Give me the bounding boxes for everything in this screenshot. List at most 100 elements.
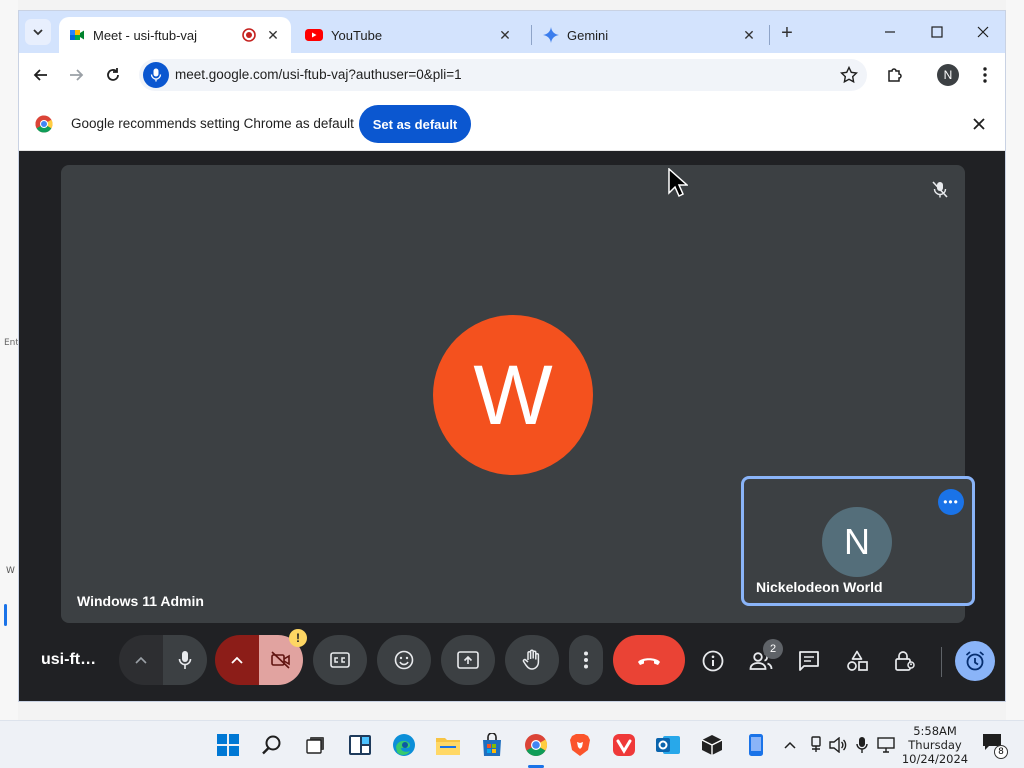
close-tab-icon[interactable]: ✕ <box>265 27 281 43</box>
show-hidden-icons-button[interactable] <box>780 735 800 755</box>
mouse-cursor-icon <box>668 168 688 198</box>
tile-more-options-button[interactable]: ••• <box>938 489 964 515</box>
microphone-icon <box>178 651 192 669</box>
profile-avatar[interactable]: N <box>937 64 959 86</box>
chrome-taskbar-button[interactable] <box>520 729 552 761</box>
new-tab-button[interactable]: + <box>775 21 799 45</box>
bookmark-star-icon[interactable] <box>839 65 859 85</box>
monitor-icon <box>877 737 895 753</box>
toolbar-divider <box>941 647 942 677</box>
close-window-button[interactable] <box>960 17 1005 47</box>
leave-call-button[interactable] <box>613 635 685 685</box>
phone-link-button[interactable] <box>740 729 772 761</box>
extensions-button[interactable] <box>881 61 909 89</box>
present-screen-icon <box>457 651 479 669</box>
forward-button[interactable] <box>62 61 90 89</box>
clock-day: Thursday <box>908 738 962 752</box>
tab-strip: Meet - usi-ftub-vaj ✕ YouTube ✕ Gemini ✕… <box>19 11 1005 53</box>
host-controls-button[interactable] <box>889 645 921 677</box>
close-infobar-button[interactable] <box>969 114 989 134</box>
url-text: meet.google.com/usi-ftub-vaj?authuser=0&… <box>175 67 462 82</box>
raise-hand-icon <box>522 649 540 670</box>
tab-gemini[interactable]: Gemini ✕ <box>533 17 767 53</box>
reactions-button[interactable] <box>377 635 431 685</box>
outlook-button[interactable] <box>652 729 684 761</box>
desktop-right-edge <box>1006 0 1024 720</box>
brave-button[interactable] <box>564 729 596 761</box>
reload-icon <box>107 68 119 81</box>
task-view-icon <box>306 737 324 754</box>
microphone-tray-icon[interactable] <box>852 735 872 755</box>
google-meet-icon <box>70 30 84 40</box>
chat-button[interactable] <box>793 645 825 677</box>
tab-youtube[interactable]: YouTube ✕ <box>295 17 523 53</box>
gemini-sparkle-icon <box>543 27 559 43</box>
taskbar-clock[interactable]: 5:58AM Thursday 10/24/2024 <box>898 724 972 766</box>
chrome-menu-button[interactable] <box>971 61 999 89</box>
maximize-button[interactable] <box>914 17 960 47</box>
audio-options-button[interactable] <box>119 635 163 685</box>
package-app-button[interactable] <box>696 729 728 761</box>
microphone-icon <box>150 68 162 82</box>
default-browser-infobar: Google recommends setting Chrome as defa… <box>19 97 1005 151</box>
search-icon <box>262 735 281 755</box>
desktop-indicator <box>4 604 7 626</box>
tab-divider <box>531 25 532 45</box>
meeting-code[interactable]: usi-ft… <box>41 651 96 669</box>
lock-person-icon <box>895 651 915 671</box>
recording-icon <box>242 28 256 42</box>
address-bar[interactable]: meet.google.com/usi-ftub-vaj?authuser=0&… <box>139 59 867 91</box>
meeting-details-button[interactable] <box>697 645 729 677</box>
tab-title: YouTube <box>331 27 383 43</box>
display-tray-icon[interactable] <box>876 735 896 755</box>
more-options-button[interactable] <box>569 635 603 685</box>
more-horizontal-icon: ••• <box>943 495 959 509</box>
chrome-logo-icon <box>525 734 547 756</box>
chrome-logo-icon <box>35 115 53 133</box>
edge-button[interactable] <box>388 729 420 761</box>
start-button[interactable] <box>212 729 244 761</box>
network-tray-icon[interactable] <box>806 735 826 755</box>
camera-warning-badge: ! <box>289 629 307 647</box>
self-view-tile[interactable]: N ••• Nickelodeon World <box>741 476 975 606</box>
microphone-button[interactable] <box>163 635 207 685</box>
back-button[interactable] <box>27 61 55 89</box>
tab-search-button[interactable] <box>25 19 51 45</box>
participant-name: Windows 11 Admin <box>77 593 204 609</box>
task-view-button[interactable] <box>300 729 332 761</box>
file-explorer-button[interactable] <box>432 729 464 761</box>
close-tab-icon[interactable]: ✕ <box>497 27 513 43</box>
video-options-button[interactable] <box>215 635 259 685</box>
minimize-button[interactable] <box>867 17 913 47</box>
widgets-button[interactable] <box>344 729 376 761</box>
notification-count: 8 <box>994 745 1008 759</box>
search-button[interactable] <box>256 729 288 761</box>
chevron-down-icon <box>33 29 43 36</box>
chevron-up-icon <box>231 656 243 664</box>
tab-meet[interactable]: Meet - usi-ftub-vaj ✕ <box>59 17 291 53</box>
tab-title: Meet - usi-ftub-vaj <box>93 27 198 43</box>
timer-button[interactable] <box>955 641 995 681</box>
close-icon <box>973 118 985 130</box>
desktop-left-edge: Ent W <box>0 0 19 720</box>
more-vertical-icon <box>584 651 588 669</box>
closed-captions-icon <box>330 652 350 668</box>
captions-button[interactable] <box>313 635 367 685</box>
store-button[interactable] <box>476 729 508 761</box>
vivaldi-button[interactable] <box>608 729 640 761</box>
activities-button[interactable] <box>841 645 873 677</box>
mic-off-icon <box>929 179 951 201</box>
reload-button[interactable] <box>99 61 127 89</box>
minimize-icon <box>885 31 895 33</box>
present-screen-button[interactable] <box>441 635 495 685</box>
close-icon <box>977 26 989 38</box>
close-tab-icon[interactable]: ✕ <box>741 27 757 43</box>
brave-lion-icon <box>570 734 590 756</box>
notification-center-button[interactable]: 8 <box>982 733 1008 759</box>
windows-taskbar: 5:58AM Thursday 10/24/2024 8 <box>0 720 1024 768</box>
set-as-default-button[interactable]: Set as default <box>359 105 471 143</box>
participant-avatar: W <box>433 315 593 475</box>
mic-in-use-indicator[interactable] <box>143 62 169 88</box>
volume-tray-icon[interactable] <box>828 735 848 755</box>
raise-hand-button[interactable] <box>505 635 559 685</box>
